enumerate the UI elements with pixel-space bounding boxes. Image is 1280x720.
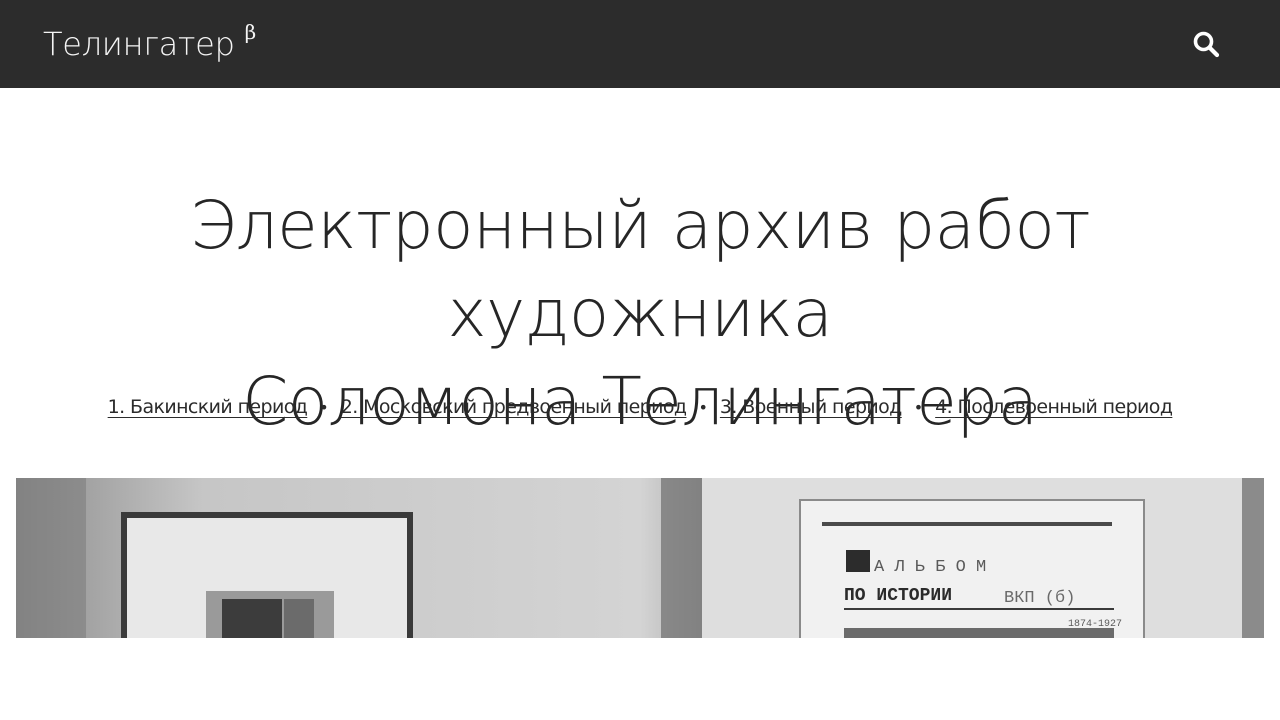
top-bar: Телингатер β xyxy=(0,0,1280,88)
nav-separator: • xyxy=(698,397,708,417)
period-nav: 1. Бакинский период • 2. Московский пред… xyxy=(0,396,1280,418)
archive-photo: А Л Ь Б О М ПО ИСТОРИИ ВКП (б) 1874-1927 xyxy=(16,478,1264,638)
search-button[interactable] xyxy=(1190,28,1222,60)
poster-line-3: ВКП (б) xyxy=(1004,589,1075,608)
nav-link-war-period[interactable]: 3. Военный период xyxy=(720,396,902,418)
poster-line-2: ПО ИСТОРИИ xyxy=(844,586,952,606)
beta-badge: β xyxy=(244,20,257,44)
page-title-line-1: Электронный архив работ художника xyxy=(189,187,1091,352)
nav-link-moscow-prewar-period[interactable]: 2. Московский предвоенный период xyxy=(341,396,687,418)
poster-line-1: А Л Ь Б О М xyxy=(874,558,986,577)
nav-link-baku-period[interactable]: 1. Бакинский период xyxy=(108,396,308,418)
nav-link-postwar-period[interactable]: 4. Послевоенный период xyxy=(935,396,1173,418)
nav-separator: • xyxy=(913,397,924,417)
search-icon xyxy=(1193,31,1220,58)
nav-separator: • xyxy=(319,397,329,417)
logo-text: Телингатер xyxy=(43,25,235,63)
logo-link[interactable]: Телингатер β xyxy=(43,20,256,63)
